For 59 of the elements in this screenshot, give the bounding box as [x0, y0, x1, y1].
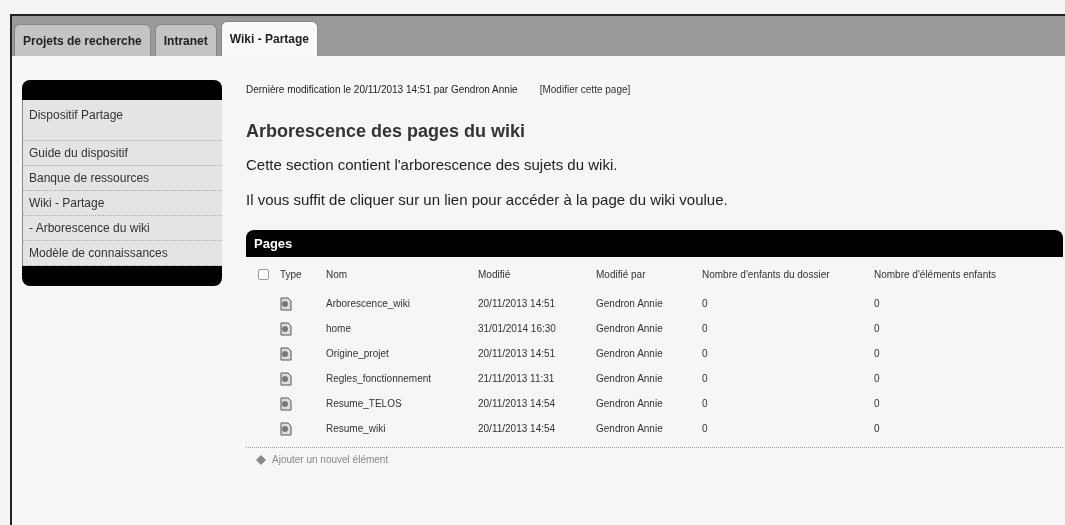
table-cell-text: 0 [702, 322, 709, 336]
table-title: Pages [246, 230, 1063, 257]
sidebar-header[interactable]: Dispositif Partage [22, 100, 222, 141]
table-cell-text: Gendron Annie [596, 422, 664, 436]
table-cell-text: 0 [702, 397, 709, 411]
sidebar-item[interactable]: Banque de ressources [22, 166, 222, 191]
table-cell-text: 0 [702, 372, 709, 386]
tab[interactable]: Projets de recherche [14, 24, 151, 56]
table-cell[interactable]: Regles_fonctionnement [326, 366, 478, 391]
table-cell[interactable]: Arborescence_wiki [326, 291, 478, 316]
table-cell-text: 0 [874, 372, 881, 386]
table-cell[interactable]: Origine_projet [326, 341, 478, 366]
tab[interactable]: Wiki - Partage [220, 21, 318, 56]
table-cell-text: 0 [702, 347, 709, 361]
table-cell-text: 31/01/2014 16:30 [478, 322, 557, 336]
table-cell-text: 0 [874, 397, 881, 411]
document-icon [280, 396, 292, 411]
column-header[interactable]: Modifié [478, 257, 596, 291]
table-cell-text: 20/11/2013 14:54 [478, 422, 557, 436]
table-cell[interactable]: Resume_TELOS [326, 391, 478, 416]
table-cell-text: 0 [874, 322, 881, 336]
table-cell-text: 0 [874, 347, 881, 361]
table-cell-text: Gendron Annie [596, 322, 664, 336]
column-header[interactable]: Type [280, 257, 326, 291]
sidebar-item[interactable]: Guide du dispositif [22, 141, 222, 166]
paragraph: Il vous suffit de cliquer sur un lien pour accéder à la page du wiki voulue. [246, 191, 729, 208]
table-cell-text: 0 [702, 422, 709, 436]
last-modified-text: Dernière modification le 20/11/2013 14:51 par Gendron Annie [246, 84, 518, 95]
sidebar-item[interactable]: - Arborescence du wiki [22, 216, 222, 241]
page-heading: Arborescence des pages du wiki [246, 121, 527, 142]
document-icon [280, 346, 292, 361]
table-cell-text: Gendron Annie [596, 372, 664, 386]
add-item-link[interactable]: Ajouter un nouvel élément [272, 454, 389, 465]
table-cell-text: 20/11/2013 14:54 [478, 397, 557, 411]
table-cell-text: 0 [702, 297, 709, 311]
column-header[interactable]: Nombre d'enfants du dossier [702, 257, 874, 291]
table-cell[interactable]: home [326, 316, 478, 341]
document-icon [280, 371, 292, 386]
document-icon [280, 296, 292, 311]
select-all-checkbox[interactable] [258, 268, 269, 280]
table-cell[interactable]: Resume_wiki [326, 416, 478, 441]
sidebar-item[interactable]: Wiki - Partage [22, 191, 222, 216]
table-cell-text: 0 [874, 422, 881, 436]
table-cell-text: Gendron Annie [596, 397, 664, 411]
table-cell-text: 20/11/2013 14:51 [478, 347, 557, 361]
document-icon [280, 321, 292, 336]
table-cell-text: Gendron Annie [596, 297, 664, 311]
column-header[interactable]: Nombre d'éléments enfants [874, 257, 1063, 291]
edit-page-link[interactable]: [Modifier cette page] [539, 84, 631, 95]
sidebar-item[interactable]: Modèle de connaissances [22, 241, 222, 266]
table-cell-text: 20/11/2013 14:51 [478, 297, 557, 311]
column-header[interactable]: Modifié par [596, 257, 702, 291]
paragraph: Cette section contient l'arborescence des sujets du wiki. [246, 156, 619, 173]
table-cell-text: Gendron Annie [596, 347, 664, 361]
table-cell-text: 0 [874, 297, 881, 311]
table-cell-text: 21/11/2013 11:31 [478, 372, 556, 386]
tab[interactable]: Intranet [154, 24, 217, 56]
column-header[interactable]: Nom [326, 257, 478, 291]
document-icon [280, 421, 292, 436]
